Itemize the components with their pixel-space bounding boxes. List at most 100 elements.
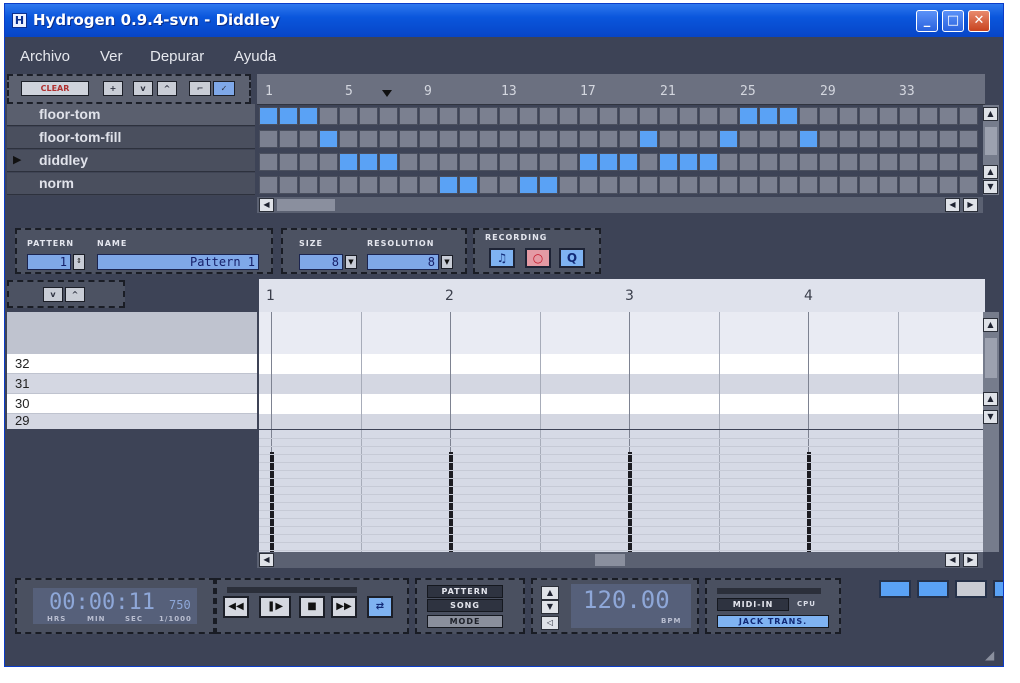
pattern-cell[interactable]: [959, 153, 978, 171]
pattern-cell[interactable]: [959, 176, 978, 194]
metronome-icon[interactable]: ◁: [541, 616, 559, 630]
track-row[interactable]: ▶ diddley: [7, 150, 255, 172]
active-pattern-cell[interactable]: [519, 176, 538, 194]
track-row[interactable]: norm: [7, 173, 255, 195]
pattern-cell[interactable]: [599, 130, 618, 148]
pattern-cell[interactable]: [339, 107, 358, 125]
pattern-cell[interactable]: [559, 130, 578, 148]
maximize-button[interactable]: □: [942, 10, 964, 32]
scroll-down-icon[interactable]: ▼: [983, 410, 998, 424]
scroll-left-icon[interactable]: ◀: [945, 553, 960, 567]
pattern-cell[interactable]: [479, 130, 498, 148]
pattern-cell[interactable]: [619, 130, 638, 148]
pattern-cell[interactable]: [599, 107, 618, 125]
toggle-button[interactable]: [955, 580, 987, 598]
pattern-cell[interactable]: [859, 153, 878, 171]
song-position-slider[interactable]: [227, 587, 357, 593]
pattern-cell[interactable]: [779, 176, 798, 194]
pattern-cell[interactable]: [319, 153, 338, 171]
pattern-spin-icon[interactable]: ⇕: [73, 254, 85, 270]
menu-ayuda[interactable]: Ayuda: [234, 48, 276, 65]
close-button[interactable]: ✕: [968, 10, 990, 32]
pattern-cell[interactable]: [499, 130, 518, 148]
pattern-cell[interactable]: [339, 176, 358, 194]
pattern-cell[interactable]: [699, 176, 718, 194]
pattern-cell[interactable]: [859, 130, 878, 148]
pattern-cell[interactable]: [919, 130, 938, 148]
pattern-cell[interactable]: [819, 176, 838, 194]
active-pattern-cell[interactable]: [279, 107, 298, 125]
pattern-cell[interactable]: [279, 153, 298, 171]
pattern-cell[interactable]: [279, 176, 298, 194]
bpm-down-icon[interactable]: ▼: [541, 600, 559, 614]
scroll-thumb[interactable]: [985, 127, 997, 155]
draw-mode-button[interactable]: ⌐: [189, 81, 211, 96]
pattern-cell[interactable]: [899, 153, 918, 171]
pattern-cell[interactable]: [519, 153, 538, 171]
pattern-cell[interactable]: [319, 176, 338, 194]
pattern-cell[interactable]: [399, 176, 418, 194]
pattern-cell[interactable]: [459, 153, 478, 171]
scroll-left-icon[interactable]: ◀: [259, 198, 274, 212]
pattern-cell[interactable]: [559, 107, 578, 125]
pattern-cell[interactable]: [399, 153, 418, 171]
pattern-cell[interactable]: [659, 107, 678, 125]
song-mode-option[interactable]: SONG: [427, 599, 503, 612]
active-pattern-cell[interactable]: [319, 130, 338, 148]
move-up-button[interactable]: ^: [157, 81, 177, 96]
pattern-cell[interactable]: [479, 176, 498, 194]
active-pattern-cell[interactable]: [599, 153, 618, 171]
pattern-cell[interactable]: [459, 107, 478, 125]
pattern-cell[interactable]: [259, 153, 278, 171]
active-pattern-cell[interactable]: [659, 153, 678, 171]
pattern-cell[interactable]: [539, 153, 558, 171]
menu-depurar[interactable]: Depurar: [150, 48, 204, 65]
pattern-cell[interactable]: [779, 153, 798, 171]
scroll-thumb[interactable]: [595, 554, 625, 566]
playhead-marker-icon[interactable]: [382, 90, 392, 97]
pattern-cell[interactable]: [839, 176, 858, 194]
active-pattern-cell[interactable]: [719, 130, 738, 148]
track-row[interactable]: floor-tom-fill: [7, 127, 255, 149]
pattern-cell[interactable]: [639, 176, 658, 194]
quantize-button[interactable]: Q: [559, 248, 585, 268]
scroll-left-icon[interactable]: ◀: [945, 198, 960, 212]
active-pattern-cell[interactable]: [739, 107, 758, 125]
pattern-cell[interactable]: [899, 107, 918, 125]
pattern-mode-option[interactable]: PATTERN: [427, 585, 503, 598]
pattern-cell[interactable]: [659, 176, 678, 194]
pattern-cell[interactable]: [939, 176, 958, 194]
pattern-cell[interactable]: [759, 130, 778, 148]
active-pattern-cell[interactable]: [699, 153, 718, 171]
pattern-cell[interactable]: [619, 176, 638, 194]
pattern-cell[interactable]: [799, 176, 818, 194]
pattern-cell[interactable]: [819, 107, 838, 125]
pattern-cell[interactable]: [439, 130, 458, 148]
active-pattern-cell[interactable]: [259, 107, 278, 125]
pattern-cell[interactable]: [739, 176, 758, 194]
fast-forward-button[interactable]: ▶▶: [331, 596, 357, 618]
toggle-button[interactable]: [993, 580, 1003, 598]
pattern-cell[interactable]: [599, 176, 618, 194]
pattern-cell[interactable]: [299, 130, 318, 148]
pattern-cell[interactable]: [439, 107, 458, 125]
select-mode-button[interactable]: ✓: [213, 81, 235, 96]
pattern-cell[interactable]: [459, 130, 478, 148]
active-pattern-cell[interactable]: [379, 153, 398, 171]
pattern-cell[interactable]: [559, 176, 578, 194]
pattern-cell[interactable]: [819, 153, 838, 171]
scroll-up-icon[interactable]: ▲: [983, 392, 998, 406]
pattern-cell[interactable]: [699, 107, 718, 125]
clear-button[interactable]: CLEAR: [21, 81, 89, 96]
pattern-cell[interactable]: [679, 130, 698, 148]
pattern-cell[interactable]: [919, 107, 938, 125]
pattern-cell[interactable]: [779, 130, 798, 148]
pattern-cell[interactable]: [299, 153, 318, 171]
pattern-name-field[interactable]: Pattern 1: [97, 254, 259, 270]
pattern-cell[interactable]: [619, 107, 638, 125]
pattern-cell[interactable]: [719, 176, 738, 194]
zoom-in-button[interactable]: v: [43, 287, 63, 302]
pattern-cell[interactable]: [639, 107, 658, 125]
move-down-button[interactable]: v: [133, 81, 153, 96]
active-pattern-cell[interactable]: [779, 107, 798, 125]
